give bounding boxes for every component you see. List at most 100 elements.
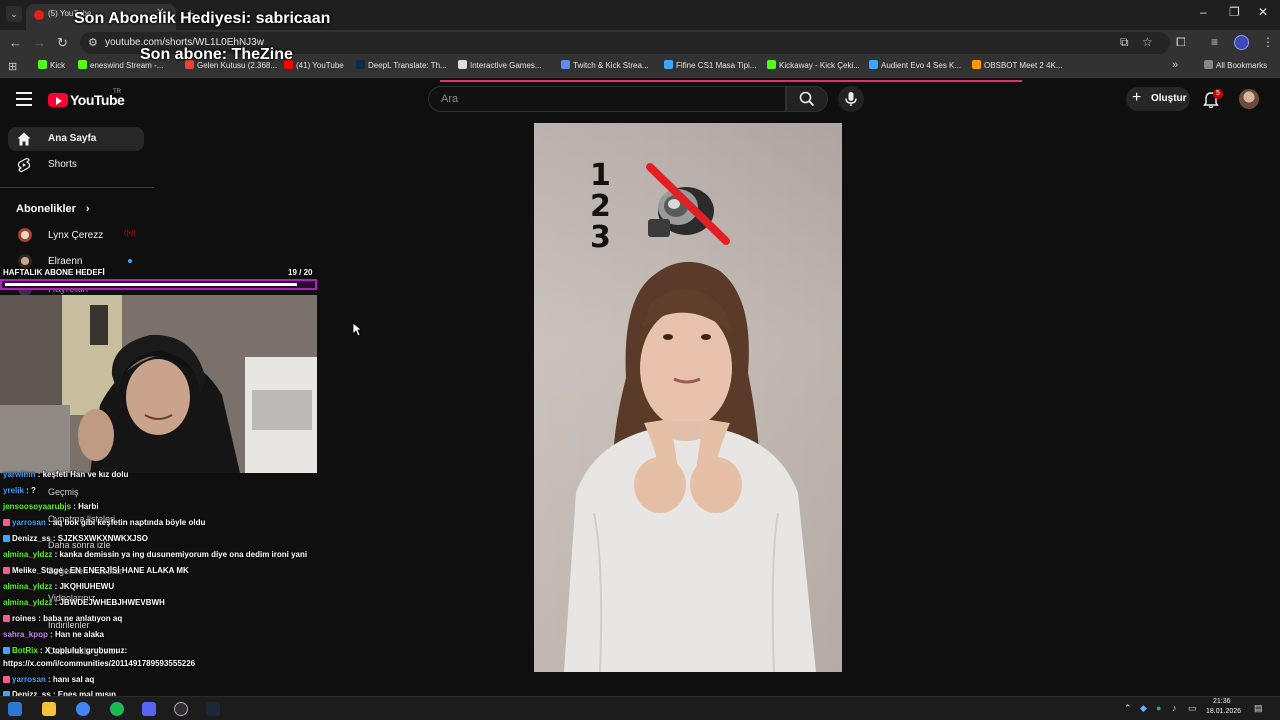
profile-avatar[interactable] xyxy=(1234,35,1249,50)
chat-text: baba ne anlatıyon aq xyxy=(43,614,123,623)
notification-center-icon[interactable]: ▤ xyxy=(1254,703,1263,714)
steam-icon[interactable] xyxy=(206,702,220,716)
tray-spotify-icon[interactable]: ● xyxy=(1156,703,1161,713)
chat-message: almina_yldzz : JBWDEJWHEBJHWEVBWH xyxy=(3,598,165,607)
subscriptions-heading[interactable]: Abonelikler › xyxy=(16,203,90,215)
close-window-icon[interactable]: ✕ xyxy=(1258,5,1268,19)
chrome-icon[interactable] xyxy=(76,702,90,716)
chat-message: almina_yldzz : kanka demissin ya ing dus… xyxy=(3,550,307,559)
restore-icon[interactable]: ❐ xyxy=(1229,5,1240,19)
chat-message: Denizz_ss : SJZKSXWKXNWKXJSO xyxy=(3,534,148,543)
sidebar-item-shorts[interactable]: Shorts xyxy=(8,153,144,177)
start-icon[interactable] xyxy=(8,702,22,716)
forward-icon[interactable]: → xyxy=(33,35,46,50)
chat-separator: : xyxy=(45,518,53,527)
browser-menu-icon[interactable]: ⋮ xyxy=(1262,35,1274,49)
bookmark-favicon-icon xyxy=(869,60,878,69)
tray-steam-icon[interactable]: ◆ xyxy=(1140,703,1147,714)
notification-count-badge: 5 xyxy=(1213,89,1223,99)
minimize-icon[interactable]: – xyxy=(1200,5,1207,19)
last-sub-gift-overlay: Son Abonelik Hediyesi: sabricaan xyxy=(74,10,331,27)
reload-icon[interactable]: ↻ xyxy=(57,35,68,51)
bookmark-item[interactable]: Audient Evo 4 Ses K... xyxy=(869,60,961,70)
bookmark-item[interactable]: DeepL Translate: Th... xyxy=(356,60,447,70)
tab-search-icon[interactable]: ⌄ xyxy=(6,6,22,22)
bookmark-item[interactable]: Twitch & Kick Strea... xyxy=(561,60,649,70)
chat-message: yarwimn : keşfeti Han ve kız dolu xyxy=(3,470,128,479)
account-avatar[interactable] xyxy=(1239,89,1259,109)
search-input[interactable]: Ara xyxy=(428,86,786,112)
chat-username: yarrosan xyxy=(12,518,46,527)
all-bookmarks-link[interactable]: All Bookmarks xyxy=(1204,60,1267,70)
bookmark-label: OBSBOT Meet 2 4K... xyxy=(984,61,1063,70)
chat-text: JBWDEJWHEBJHWEVBWH xyxy=(59,598,165,607)
chat-username: sahra_kpop xyxy=(3,630,48,639)
search-button[interactable] xyxy=(786,86,828,112)
chat-text: SJZKSXWKXNWKXJSO xyxy=(57,534,149,543)
discord-icon[interactable] xyxy=(142,702,156,716)
bookmark-item[interactable]: Kick xyxy=(38,60,65,70)
chat-text: hanı sal aq xyxy=(52,675,95,684)
chat-badge-icon xyxy=(3,535,10,542)
chat-message: https://x.com/i/communities/201149178959… xyxy=(3,659,195,668)
sidebar-divider xyxy=(0,187,154,188)
live-indicator-icon: ((•)) xyxy=(124,230,136,237)
chat-username: roines xyxy=(12,614,37,623)
chat-badge-icon xyxy=(3,567,10,574)
channel-avatar xyxy=(18,228,32,242)
chat-text: Han ne alaka xyxy=(55,630,104,639)
chat-badge-icon xyxy=(3,519,10,526)
spotify-icon[interactable] xyxy=(110,702,124,716)
chat-message: yarrosan : aq bok gibi keşfetin naptında… xyxy=(3,518,205,527)
network-icon[interactable]: ▭ xyxy=(1188,703,1197,714)
mouse-cursor-icon xyxy=(352,322,362,337)
chat-message: jensoosoyaarubjs : Harbi xyxy=(3,502,99,511)
clock-time[interactable]: 21:36 xyxy=(1213,698,1231,705)
back-icon[interactable]: ← xyxy=(9,35,22,50)
bookmark-item[interactable]: OBSBOT Meet 2 4K... xyxy=(972,60,1063,70)
extensions-icon[interactable]: ⧠ xyxy=(1176,35,1186,50)
clock-date[interactable]: 18.01.2026 xyxy=(1206,708,1241,715)
sidebar-item-label[interactable]: Geçmiş xyxy=(48,487,79,497)
shorts-icon xyxy=(17,157,31,173)
youtube-favicon-icon xyxy=(34,10,44,20)
tray-overflow-icon[interactable]: ⌃ xyxy=(1124,703,1132,714)
guide-menu-icon[interactable] xyxy=(16,92,32,106)
sidebar-item-home[interactable]: Ana Sayfa xyxy=(8,127,144,151)
bookmark-item[interactable]: Interactive Games... xyxy=(458,60,542,70)
folder-icon xyxy=(1204,60,1213,69)
bookmark-favicon-icon xyxy=(972,60,981,69)
bookmark-label: Kick xyxy=(50,61,66,70)
bookmark-item[interactable]: Fifine CS1 Masa Tipi... xyxy=(664,60,756,70)
apps-grid-icon[interactable]: ⊞ xyxy=(8,60,17,73)
obs-icon[interactable] xyxy=(174,702,188,716)
chat-text: ? xyxy=(31,486,36,495)
chat-username: BotRix xyxy=(12,646,38,655)
file-explorer-icon[interactable] xyxy=(42,702,56,716)
region-code: TR xyxy=(113,89,121,95)
chat-username: jensoosoyaarubjs xyxy=(3,502,72,511)
bookmark-item[interactable]: Kickaway - Kick Çeki... xyxy=(767,60,860,70)
chat-text: kanka demissin ya ing dusunemiyorum diye… xyxy=(59,550,308,559)
chat-separator: : xyxy=(47,630,56,639)
volume-icon[interactable]: ♪ xyxy=(1172,703,1177,713)
subscription-item[interactable]: Lynx Çerezz ((•)) xyxy=(16,228,146,244)
bookmark-star-icon[interactable]: ☆ xyxy=(1142,35,1153,49)
site-info-icon[interactable]: ⚙ xyxy=(88,36,98,49)
chevron-right-icon: › xyxy=(85,203,90,215)
microphone-icon xyxy=(845,92,857,106)
youtube-play-icon xyxy=(48,93,68,107)
screen: ⌄ (5) YouTube ✕ + – ❐ ✕ ← → ↻ ⚙ youtube.… xyxy=(0,0,1280,720)
chat-text: Harbi xyxy=(78,502,99,511)
create-button[interactable]: + Oluştur xyxy=(1126,87,1190,111)
chat-separator: : xyxy=(62,566,70,575)
media-icon[interactable]: ≡ xyxy=(1211,35,1218,49)
shorts-video-player[interactable]: 1 2 3 xyxy=(534,123,842,672)
voice-search-button[interactable] xyxy=(838,86,864,112)
install-app-icon[interactable]: ⧉ xyxy=(1120,35,1129,50)
bookmarks-overflow-icon[interactable]: » xyxy=(1172,59,1178,71)
chat-text: aq bok gibi keşfetin naptında böyle oldu xyxy=(52,518,206,527)
bookmark-label: Kickaway - Kick Çeki... xyxy=(779,61,860,70)
bookmark-favicon-icon xyxy=(78,60,87,69)
channel-avatar xyxy=(18,254,32,268)
